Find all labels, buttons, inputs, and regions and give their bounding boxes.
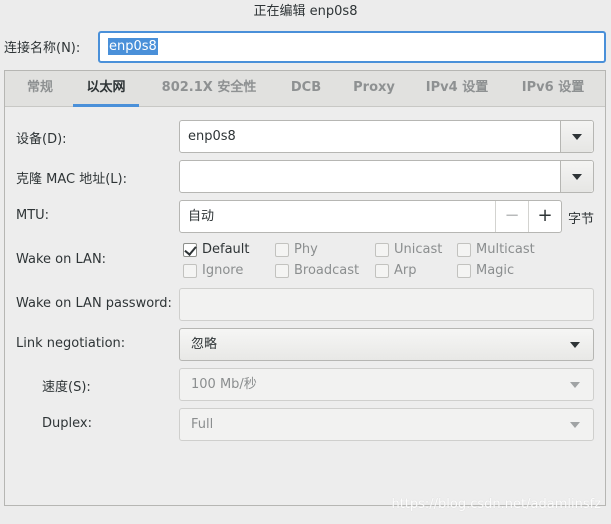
checkmark-icon: [183, 243, 197, 257]
tab-general[interactable]: 常规: [17, 71, 63, 107]
wol-arp-checkbox[interactable]: Arp: [375, 263, 435, 281]
chevron-down-icon: [570, 342, 580, 348]
window-title: 正在编辑 enp0s8: [253, 4, 358, 19]
tab-proxy[interactable]: Proxy: [344, 71, 404, 107]
tab-ipv6-settings[interactable]: IPv6 设置: [510, 71, 596, 107]
cloned-mac-combo[interactable]: [179, 160, 594, 193]
speed-value: 100 Mb/秒: [191, 377, 257, 392]
cloned-mac-dropdown-button[interactable]: [560, 161, 593, 192]
wol-ignore-checkbox[interactable]: Ignore: [183, 263, 263, 281]
wol-unicast-checkbox[interactable]: Unicast: [375, 242, 450, 260]
duplex-dropdown[interactable]: Full: [179, 408, 594, 441]
mtu-label: MTU:: [16, 208, 50, 223]
link-negotiation-dropdown[interactable]: 忽略: [179, 328, 594, 361]
device-value: enp0s8: [188, 129, 236, 144]
chevron-down-icon: [572, 174, 582, 180]
wake-on-lan-label: Wake on LAN:: [16, 252, 107, 267]
link-negotiation-label: Link negotiation:: [16, 336, 126, 351]
tab-dcb[interactable]: DCB: [280, 71, 332, 107]
wol-multicast-checkbox[interactable]: Multicast: [457, 242, 547, 260]
connection-name-label: 连接名称(N):: [4, 41, 81, 56]
tab-8021x-security[interactable]: 802.1X 安全性: [150, 71, 268, 107]
mtu-increment-button[interactable]: +: [528, 201, 561, 232]
duplex-label: Duplex:: [42, 416, 92, 431]
chevron-down-icon: [570, 382, 580, 388]
mtu-decrement-button[interactable]: −: [495, 201, 528, 232]
mtu-unit-label: 字节: [568, 212, 595, 227]
duplex-value: Full: [191, 417, 214, 432]
tab-ethernet[interactable]: 以太网: [73, 71, 139, 107]
device-dropdown-button[interactable]: [560, 121, 593, 152]
wol-password-input[interactable]: [179, 288, 594, 321]
device-combo[interactable]: enp0s8: [179, 120, 594, 153]
wol-phy-checkbox[interactable]: Phy: [275, 242, 345, 260]
wol-magic-checkbox[interactable]: Magic: [457, 263, 527, 281]
chevron-down-icon: [572, 134, 582, 140]
mtu-value: 自动: [188, 209, 215, 224]
cloned-mac-label: 克隆 MAC 地址(L):: [16, 172, 127, 187]
link-negotiation-value: 忽略: [191, 337, 218, 352]
device-label: 设备(D):: [16, 132, 67, 147]
wol-default-checkbox[interactable]: Default: [183, 242, 263, 260]
tab-ipv4-settings[interactable]: IPv4 设置: [416, 71, 498, 107]
connection-name-value: enp0s8: [108, 38, 158, 55]
speed-label: 速度(S):: [42, 380, 91, 395]
wol-broadcast-checkbox[interactable]: Broadcast: [275, 263, 365, 281]
mtu-spinbox[interactable]: 自动 − +: [179, 200, 562, 233]
wol-password-label: Wake on LAN password:: [16, 296, 172, 311]
connection-name-input[interactable]: enp0s8: [98, 31, 606, 63]
speed-dropdown[interactable]: 100 Mb/秒: [179, 368, 594, 401]
watermark: https://blog.csdn.net/adamlinsfz: [391, 497, 601, 512]
chevron-down-icon: [570, 422, 580, 428]
